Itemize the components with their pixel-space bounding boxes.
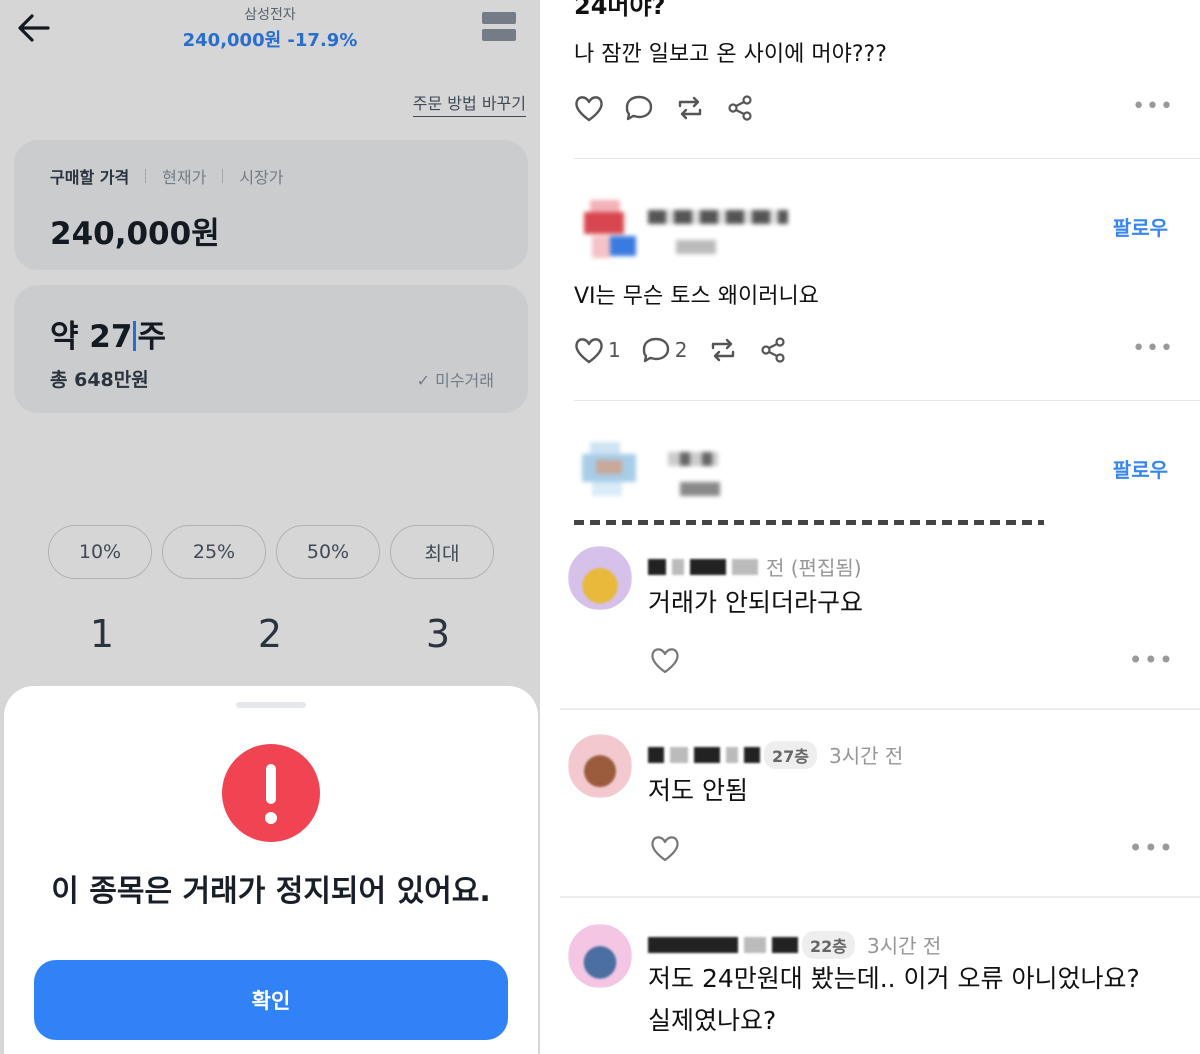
avatar[interactable] bbox=[568, 734, 632, 798]
more-options-icon[interactable]: ••• bbox=[1129, 834, 1174, 862]
username-redacted bbox=[672, 558, 684, 575]
heart-icon[interactable]: 1 bbox=[574, 336, 621, 364]
trading-halt-message: 이 종목은 거래가 정지되어 있어요. bbox=[51, 874, 491, 909]
heart-icon[interactable] bbox=[574, 94, 604, 122]
avatar[interactable] bbox=[580, 196, 640, 258]
community-panel: 24머야? 나 잠깐 일보고 온 사이에 머야??? ••• 팔로우 VI는 무… bbox=[540, 0, 1200, 1054]
handle-redacted bbox=[676, 240, 716, 254]
floor-badge: 22층 bbox=[802, 930, 855, 959]
username-redacted bbox=[690, 558, 726, 575]
more-options-icon[interactable]: ••• bbox=[1132, 336, 1174, 361]
heart-icon[interactable] bbox=[650, 646, 680, 674]
share-icon[interactable] bbox=[726, 94, 754, 122]
more-options-icon[interactable]: ••• bbox=[1129, 646, 1174, 674]
divider bbox=[574, 158, 1200, 159]
comment-icon[interactable]: 2 bbox=[641, 336, 688, 364]
post-text: 나 잠깐 일보고 온 사이에 머야??? bbox=[574, 42, 887, 67]
share-icon[interactable] bbox=[759, 336, 787, 364]
username-redacted bbox=[648, 558, 666, 575]
like-count: 1 bbox=[608, 338, 621, 362]
username-redacted bbox=[694, 746, 720, 763]
post-actions bbox=[574, 94, 774, 122]
floor-badge: 27층 bbox=[764, 740, 817, 769]
username-redacted bbox=[772, 936, 798, 953]
comment-time: 3시간 전 bbox=[867, 934, 942, 958]
follow-button[interactable]: 팔로우 bbox=[1113, 454, 1168, 483]
repost-icon[interactable] bbox=[674, 94, 706, 122]
trading-halt-bottom-sheet: 이 종목은 거래가 정지되어 있어요. 확인 bbox=[4, 686, 538, 1054]
confirm-button[interactable]: 확인 bbox=[34, 960, 508, 1040]
sheet-handle[interactable] bbox=[236, 702, 306, 708]
screenshot-collage: 삼성전자 240,000원 -17.9% 주문 방법 바꾸기 구매할 가격 현재… bbox=[0, 0, 1200, 1054]
username-redacted bbox=[744, 936, 766, 953]
comment-icon[interactable] bbox=[624, 94, 654, 122]
post-title: 24머야? bbox=[574, 0, 666, 20]
username-redacted bbox=[744, 746, 760, 763]
username-redacted bbox=[668, 452, 718, 466]
avatar[interactable] bbox=[568, 924, 632, 988]
comment-line: 실제였나요? bbox=[648, 1006, 777, 1035]
thread-feed: 24머야? 나 잠깐 일보고 온 사이에 머야??? ••• 팔로우 VI는 무… bbox=[540, 0, 1200, 525]
follow-button[interactable]: 팔로우 bbox=[1113, 212, 1168, 241]
comment-meta: 22층 3시간 전 bbox=[648, 930, 941, 959]
truncated-text bbox=[574, 518, 1044, 525]
username-redacted bbox=[670, 746, 688, 763]
avatar[interactable] bbox=[568, 546, 632, 610]
username-redacted bbox=[648, 746, 664, 763]
comment-line: 저도 24만원대 봤는데.. 이거 오류 아니었나요? bbox=[648, 964, 1140, 993]
more-options-icon[interactable]: ••• bbox=[1132, 94, 1174, 119]
username-redacted bbox=[726, 746, 738, 763]
divider bbox=[560, 708, 1200, 710]
username-redacted bbox=[648, 210, 788, 224]
handle-redacted bbox=[680, 482, 720, 496]
divider bbox=[574, 400, 1200, 401]
avatar[interactable] bbox=[580, 438, 640, 498]
comment-count: 2 bbox=[674, 338, 688, 362]
comment-meta: 27층 3시간 전 bbox=[648, 740, 903, 769]
post-text: VI는 무슨 토스 왜이러니요 bbox=[574, 284, 819, 309]
post-actions: 1 2 bbox=[574, 336, 807, 364]
comment-meta: 전 (편집됨) bbox=[648, 552, 862, 581]
comment-text: 저도 24만원대 봤는데.. 이거 오류 아니었나요? 실제였나요? bbox=[648, 958, 1140, 1042]
trading-app-panel: 삼성전자 240,000원 -17.9% 주문 방법 바꾸기 구매할 가격 현재… bbox=[0, 0, 540, 1054]
comment-time: 3시간 전 bbox=[829, 744, 904, 768]
warning-icon bbox=[222, 744, 320, 842]
comment-text: 저도 안됨 bbox=[648, 776, 748, 805]
repost-icon[interactable] bbox=[707, 336, 739, 364]
comment-text: 거래가 안되더라구요 bbox=[648, 588, 863, 617]
comment-time: 전 (편집됨) bbox=[766, 556, 862, 580]
username-redacted bbox=[732, 558, 758, 575]
heart-icon[interactable] bbox=[650, 834, 680, 862]
divider bbox=[560, 896, 1200, 898]
username-redacted bbox=[648, 936, 738, 953]
